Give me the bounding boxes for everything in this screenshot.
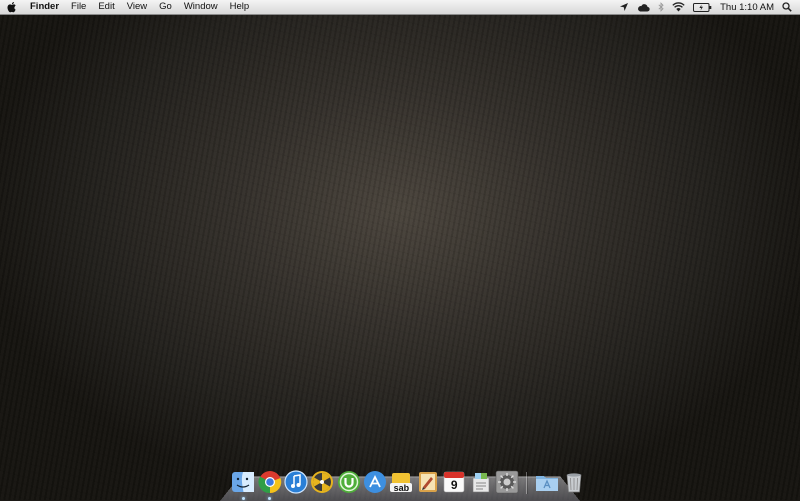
desktop-background	[0, 0, 800, 500]
transmission-icon	[311, 471, 334, 493]
dock: sab 9	[230, 466, 582, 500]
menu-file[interactable]: File	[65, 0, 92, 14]
dock-item-transmission[interactable]	[310, 470, 334, 494]
dock-item-itunes[interactable]	[284, 470, 308, 494]
dock-item-applications-folder[interactable]	[535, 470, 559, 494]
cloud-icon[interactable]	[637, 0, 650, 14]
utorrent-icon	[337, 471, 360, 493]
calendar-date: 9	[450, 478, 458, 492]
system-preferences-icon	[495, 470, 519, 494]
location-icon[interactable]	[619, 0, 629, 14]
dock-item-system-preferences[interactable]	[495, 470, 519, 494]
menu-bar: Finder File Edit View Go Window Help Thu…	[0, 0, 800, 15]
dock-item-script-editor[interactable]	[416, 470, 440, 494]
applications-folder-icon	[536, 476, 559, 491]
chrome-icon	[258, 471, 281, 494]
menu-edit[interactable]: Edit	[92, 0, 120, 14]
dock-item-finder[interactable]	[231, 470, 255, 500]
app-store-icon	[364, 471, 387, 493]
menu-window[interactable]: Window	[178, 0, 224, 14]
dock-item-sabnzbd[interactable]: sab	[389, 470, 413, 494]
apple-menu-icon[interactable]	[0, 0, 24, 14]
battery-icon[interactable]	[693, 0, 712, 14]
wifi-icon[interactable]	[672, 0, 685, 14]
app-menu-finder[interactable]: Finder	[24, 0, 65, 14]
spotlight-search-icon[interactable]	[782, 0, 792, 14]
menu-help[interactable]: Help	[224, 0, 256, 14]
dock-item-preview[interactable]	[469, 470, 493, 494]
bluetooth-icon[interactable]	[658, 0, 664, 14]
finder-icon	[232, 472, 255, 492]
dock-item-app-store[interactable]	[363, 470, 387, 494]
trash-icon	[566, 473, 582, 493]
menu-go[interactable]: Go	[153, 0, 178, 14]
dock-item-ical[interactable]: 9	[442, 470, 466, 494]
dock-item-utorrent[interactable]	[337, 470, 361, 494]
dock-separator[interactable]	[526, 472, 529, 494]
preview-icon	[472, 473, 489, 493]
sabnzbd-label: sab	[393, 483, 410, 493]
dock-item-chrome[interactable]	[258, 470, 282, 500]
menu-view[interactable]: View	[121, 0, 153, 14]
menubar-clock[interactable]: Thu 1:10 AM	[720, 2, 774, 13]
script-editor-icon	[418, 472, 437, 492]
dock-item-trash[interactable]	[562, 470, 586, 494]
itunes-icon	[284, 470, 308, 494]
